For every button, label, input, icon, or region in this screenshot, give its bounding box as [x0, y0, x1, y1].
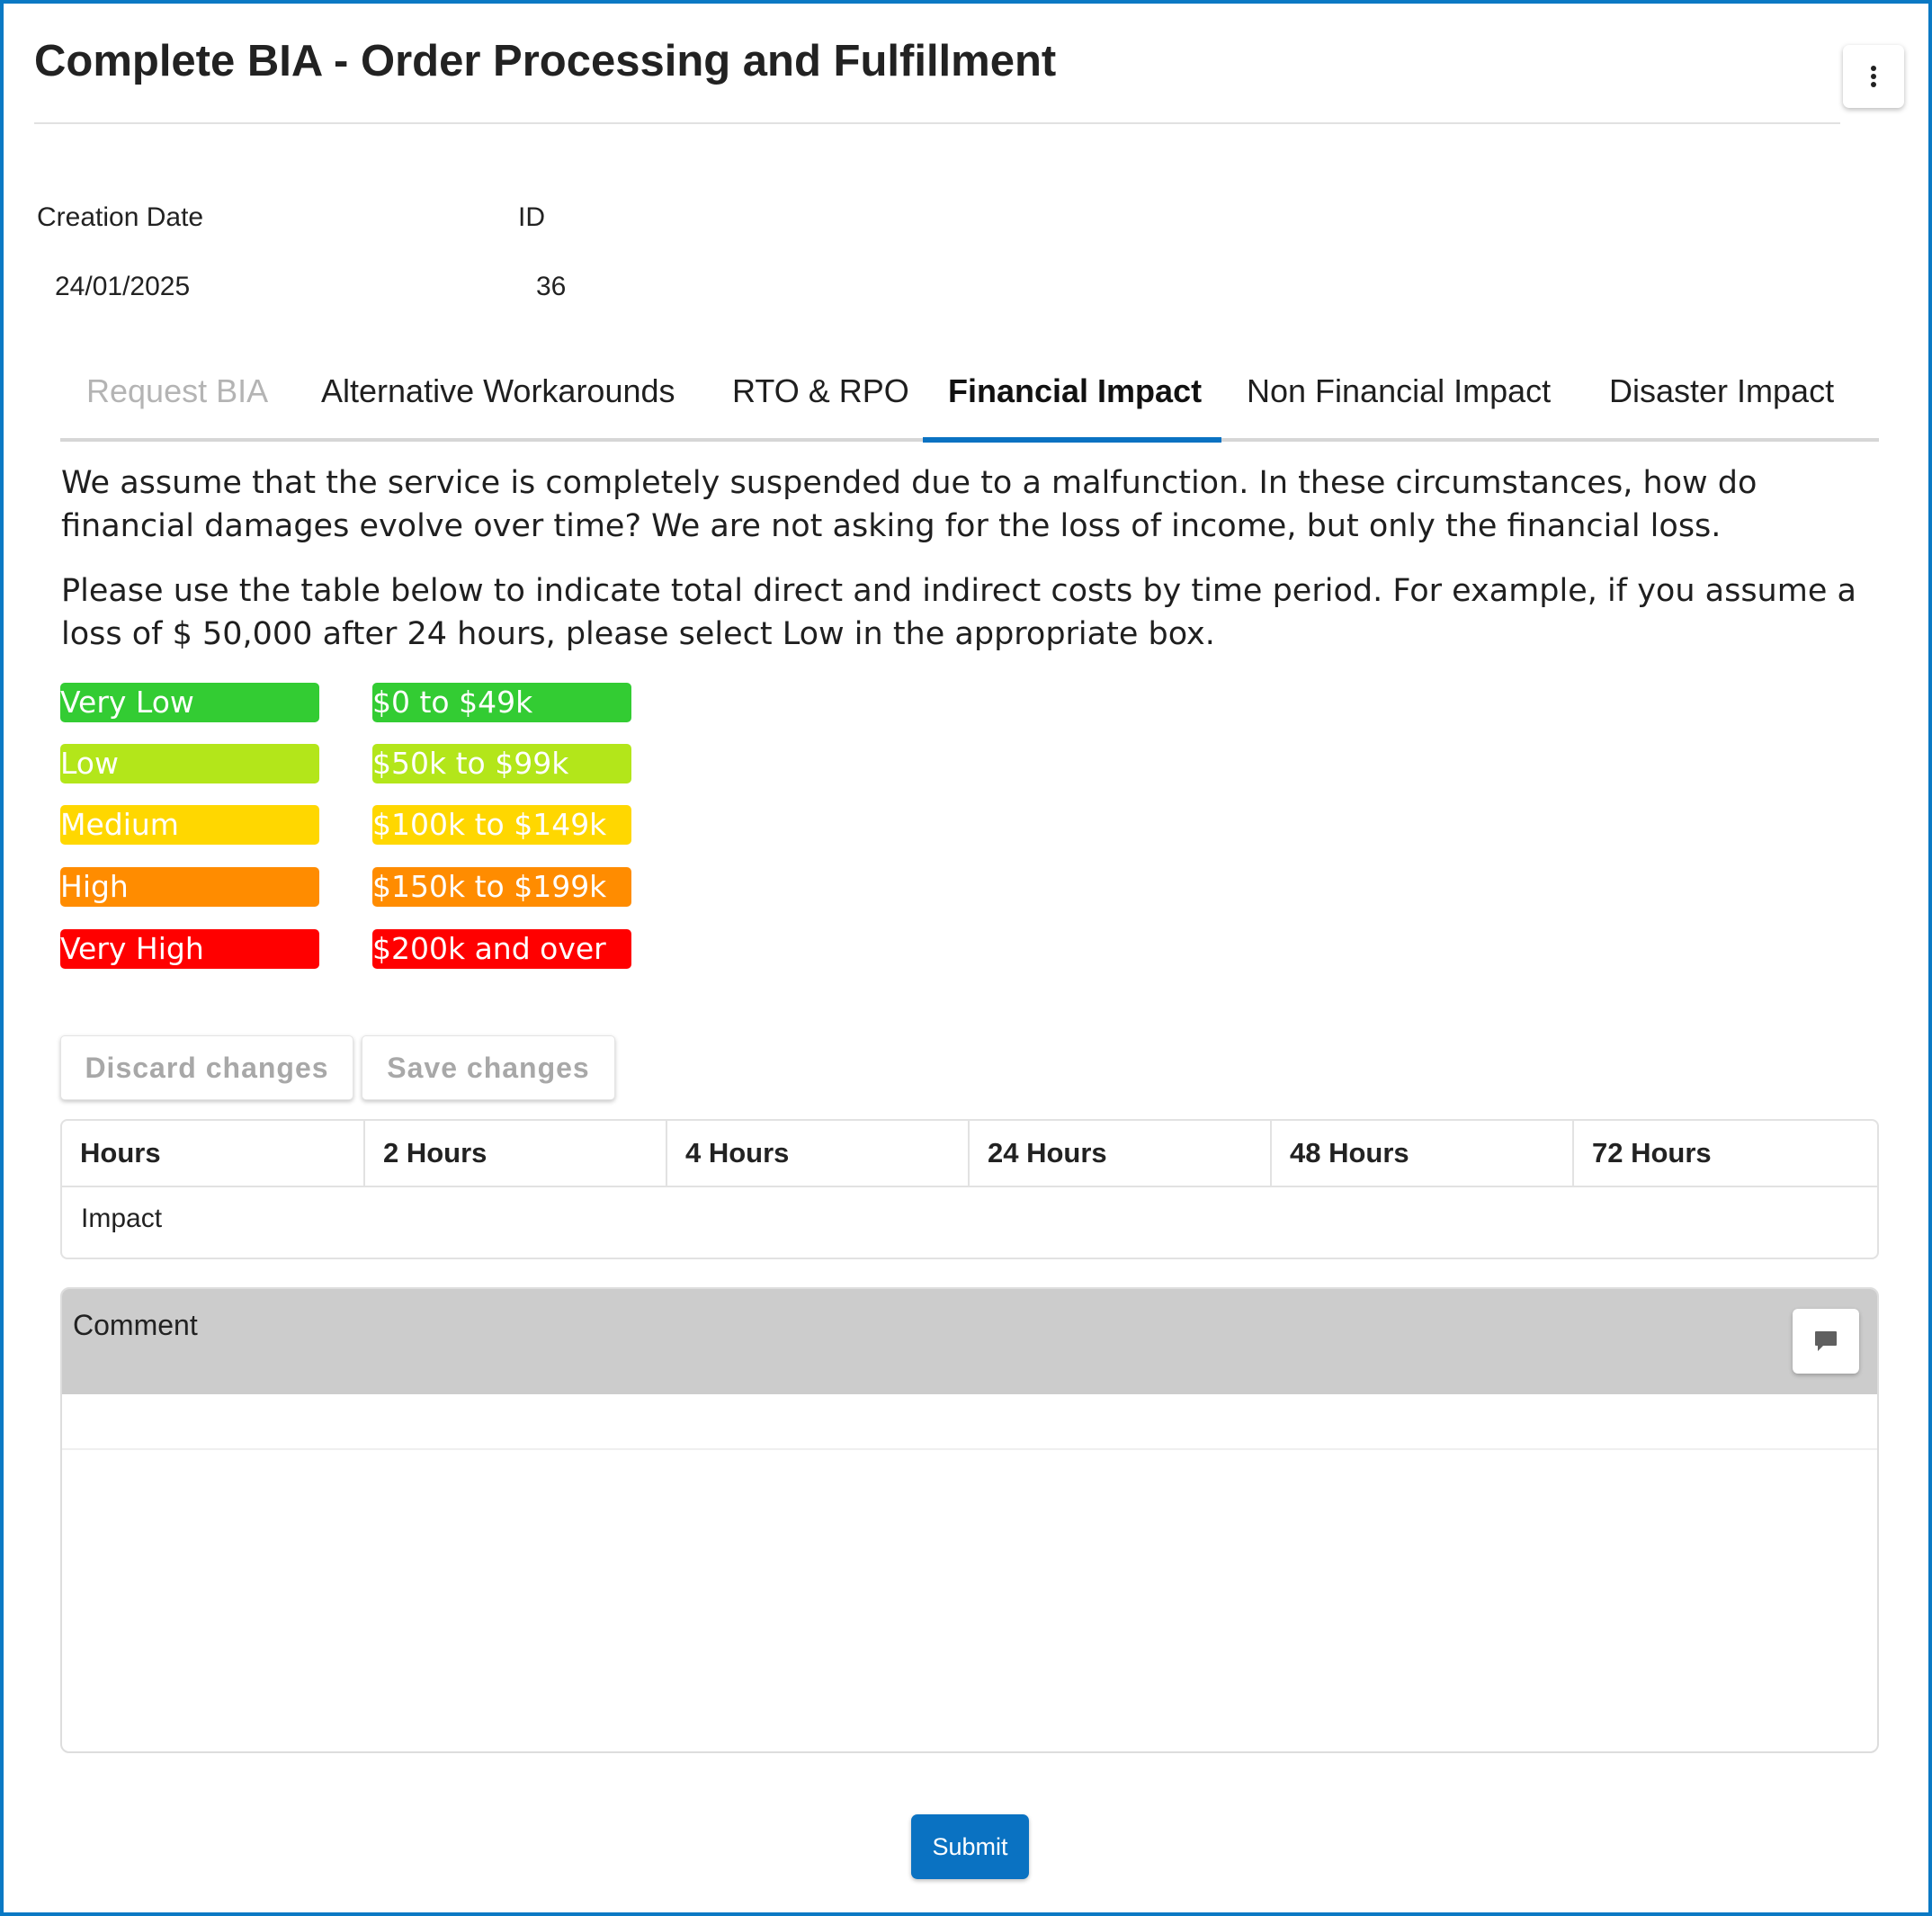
table-header-2-hours: 2 Hours [365, 1121, 667, 1186]
legend-level-medium: Medium [60, 805, 319, 845]
legend-range-medium: $100k to $149k [372, 805, 631, 845]
app-window: Complete BIA - Order Processing and Fulf… [0, 0, 1932, 1916]
id-label: ID [518, 202, 545, 232]
legend-level-very-low: Very Low [60, 683, 319, 722]
title-divider [34, 122, 1840, 124]
tab-disaster-impact[interactable]: Disaster Impact [1609, 372, 1834, 410]
legend-level-high: High [60, 867, 319, 907]
more-options-button[interactable] [1843, 45, 1904, 108]
comment-input[interactable] [62, 1394, 1877, 1450]
page-title: Complete BIA - Order Processing and Fulf… [34, 37, 1057, 85]
tab-alternative-workarounds[interactable]: Alternative Workarounds [321, 372, 675, 410]
submit-button[interactable]: Submit [911, 1814, 1029, 1879]
legend-range-high: $150k to $199k [372, 867, 631, 907]
id-value: 36 [536, 272, 567, 301]
legend-range-very-high: $200k and over [372, 929, 631, 969]
tab-rto-rpo[interactable]: RTO & RPO [732, 372, 909, 410]
table-header-24-hours: 24 Hours [970, 1121, 1272, 1186]
more-vertical-icon [1871, 66, 1876, 87]
add-comment-button[interactable] [1793, 1309, 1859, 1374]
table-header-72-hours: 72 Hours [1592, 1137, 1712, 1168]
creation-date-label: Creation Date [37, 202, 204, 232]
table-header-4-hours: 4 Hours [667, 1121, 970, 1186]
legend-range-low: $50k to $99k [372, 744, 631, 783]
table-header-row: Hours 2 Hours 4 Hours 24 Hours 48 Hours … [62, 1121, 1877, 1187]
active-tab-indicator [923, 437, 1221, 443]
tab-request-bia[interactable]: Request BIA [86, 372, 268, 410]
table-header-hours: Hours [62, 1121, 365, 1186]
tab-financial-impact[interactable]: Financial Impact [948, 372, 1202, 410]
table-header-48-hours: 48 Hours [1272, 1121, 1574, 1186]
comment-title: Comment [73, 1309, 198, 1341]
tab-non-financial-impact[interactable]: Non Financial Impact [1247, 372, 1551, 410]
legend-level-very-high: Very High [60, 929, 319, 969]
intro-paragraph-2: Please use the table below to indicate t… [61, 573, 1856, 652]
intro-paragraph-1: We assume that the service is completely… [61, 465, 1758, 544]
comment-icon [1815, 1331, 1837, 1351]
comment-header: Comment [62, 1289, 1877, 1394]
discard-changes-button[interactable]: Discard changes [60, 1035, 353, 1100]
creation-date-value: 24/01/2025 [55, 272, 191, 301]
comment-panel: Comment [60, 1287, 1879, 1753]
save-changes-button[interactable]: Save changes [362, 1035, 615, 1100]
impact-table: Hours 2 Hours 4 Hours 24 Hours 48 Hours … [60, 1119, 1879, 1259]
legend-level-low: Low [60, 744, 319, 783]
table-row-impact-label: Impact [81, 1204, 163, 1233]
legend-range-very-low: $0 to $49k [372, 683, 631, 722]
